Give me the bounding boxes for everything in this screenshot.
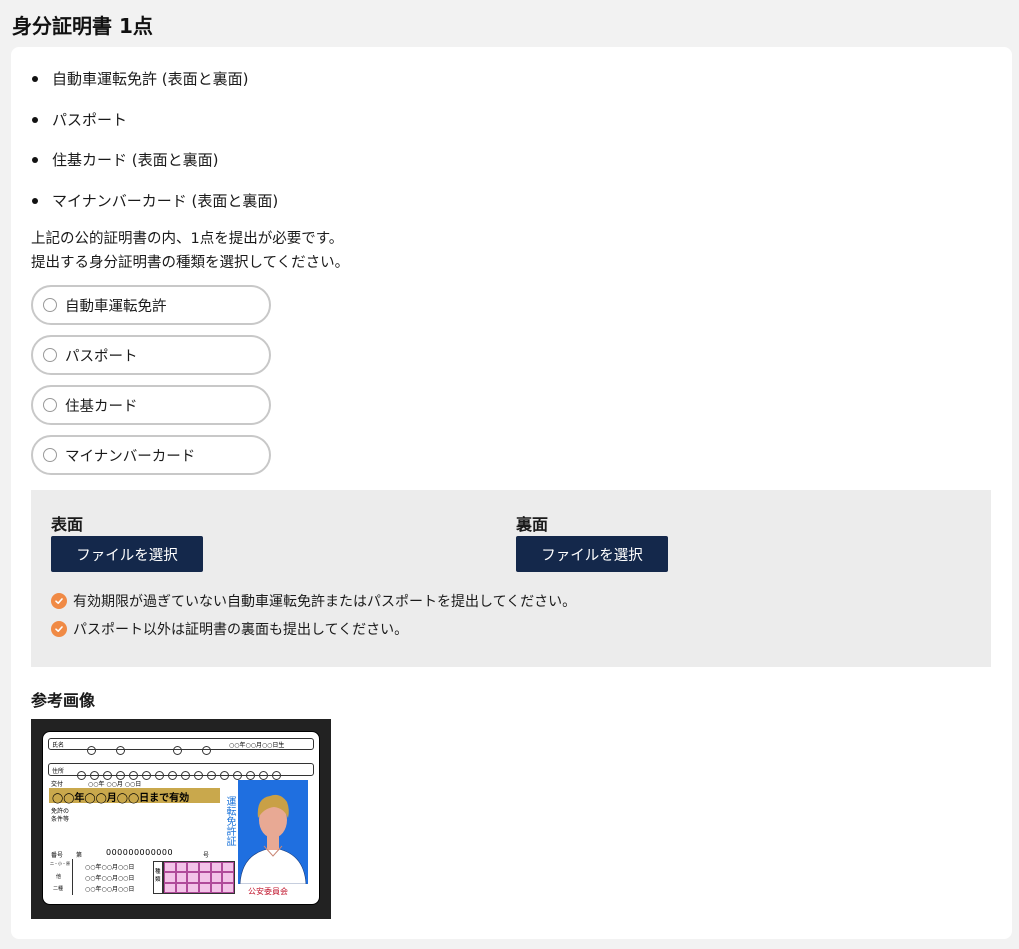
license-type-grid xyxy=(163,861,235,894)
license-type-label-box: 種類 xyxy=(153,861,163,894)
license-name-row: 氏名 ○○年○○月○○日生 xyxy=(48,738,314,755)
radio-label: 自動車運転免許 xyxy=(65,298,167,315)
check-circle-icon xyxy=(51,593,67,609)
license-left-label: 他 xyxy=(56,874,62,880)
license-name-placeholder xyxy=(87,740,215,759)
note-item: 有効期限が過ぎていない自動車運転免許またはパスポートを提出してください。 xyxy=(51,587,576,615)
radio-button[interactable] xyxy=(43,298,57,312)
drivers-license-illustration: 氏名 ○○年○○月○○日生 住所 交付 ○○年 ○○月 ○○日 ◯◯年◯◯月◯◯… xyxy=(42,731,320,905)
license-left-label: 二種 xyxy=(53,886,64,892)
reference-image: 氏名 ○○年○○月○○日生 住所 交付 ○○年 ○○月 ○○日 ◯◯年◯◯月◯◯… xyxy=(31,719,331,919)
back-file-select-button[interactable]: ファイルを選択 xyxy=(516,536,668,572)
document-type-radio-group: 自動車運転免許 パスポート 住基カード マイナンバーカード xyxy=(31,285,271,485)
license-address-label: 住所 xyxy=(52,768,65,775)
back-side-label: 裏面 xyxy=(516,515,549,534)
front-file-select-button[interactable]: ファイルを選択 xyxy=(51,536,203,572)
note-text: パスポート以外は証明書の裏面も提出してください。 xyxy=(73,622,409,638)
license-vertical-title: 運転免許証 xyxy=(224,796,235,846)
license-number: 000000000000 xyxy=(106,848,174,857)
radio-button[interactable] xyxy=(43,398,57,412)
license-name-label: 氏名 xyxy=(52,742,65,749)
person-photo-icon xyxy=(239,794,307,884)
instruction-line: 上記の公的証明書の内、1点を提出が必要です。 xyxy=(31,231,344,247)
list-item: 住基カード (表面と裏面) xyxy=(31,149,278,190)
license-type-label: 種類 xyxy=(155,869,161,883)
upload-panel: 表面 ファイルを選択 裏面 ファイルを選択 有効期限が過ぎていない自動車運転免許… xyxy=(31,490,991,667)
radio-button[interactable] xyxy=(43,448,57,462)
license-date: ○○年○○月○○日 xyxy=(85,864,135,871)
license-issue-date: ○○年 ○○月 ○○日 xyxy=(88,781,142,788)
check-circle-icon xyxy=(51,621,67,637)
license-birth: ○○年○○月○○日生 xyxy=(229,742,285,749)
license-authority: 公安委員会 xyxy=(248,887,288,896)
radio-button[interactable] xyxy=(43,348,57,362)
license-number-label: 番号 xyxy=(51,852,64,859)
instruction-line: 提出する身分証明書の種類を選択してください。 xyxy=(31,255,350,271)
radio-option-mynumber-card[interactable]: マイナンバーカード xyxy=(31,435,271,475)
license-conditions-label: 免許の条件等 xyxy=(51,808,70,823)
page-title: 身分証明書 1点 xyxy=(12,14,153,38)
list-item: 自動車運転免許 (表面と裏面) xyxy=(31,68,278,109)
radio-option-passport[interactable]: パスポート xyxy=(31,335,271,375)
license-photo xyxy=(238,780,308,884)
instructions: 上記の公的証明書の内、1点を提出が必要です。 提出する身分証明書の種類を選択して… xyxy=(31,227,349,275)
accepted-documents-list: 自動車運転免許 (表面と裏面) パスポート 住基カード (表面と裏面) マイナン… xyxy=(31,68,278,230)
license-number-suffix: 号 xyxy=(203,852,210,859)
list-item: マイナンバーカード (表面と裏面) xyxy=(31,190,278,231)
front-side-label: 表面 xyxy=(51,515,84,534)
license-number-prefix: 第 xyxy=(76,852,83,859)
radio-label: マイナンバーカード xyxy=(65,448,196,465)
note-text: 有効期限が過ぎていない自動車運転免許またはパスポートを提出してください。 xyxy=(73,594,577,610)
id-document-card: 自動車運転免許 (表面と裏面) パスポート 住基カード (表面と裏面) マイナン… xyxy=(11,47,1012,939)
radio-option-drivers-license[interactable]: 自動車運転免許 xyxy=(31,285,271,325)
license-expiry: ◯◯年◯◯月◯◯日まで有効 xyxy=(52,793,190,804)
license-left-label: 二・小・原 xyxy=(50,861,70,866)
radio-label: 住基カード xyxy=(65,398,138,415)
reference-image-title: 参考画像 xyxy=(31,691,96,710)
license-address-row: 住所 xyxy=(48,763,314,780)
radio-label: パスポート xyxy=(65,348,138,365)
note-item: パスポート以外は証明書の裏面も提出してください。 xyxy=(51,615,576,643)
list-item: パスポート xyxy=(31,109,278,150)
radio-option-juki-card[interactable]: 住基カード xyxy=(31,385,271,425)
upload-notes: 有効期限が過ぎていない自動車運転免許またはパスポートを提出してください。 パスポ… xyxy=(51,587,576,643)
license-issue-label: 交付 xyxy=(51,781,64,788)
license-date: ○○年○○月○○日 xyxy=(85,875,135,882)
license-date: ○○年○○月○○日 xyxy=(85,886,135,893)
license-expiry-band: ◯◯年◯◯月◯◯日まで有効 xyxy=(49,788,220,804)
license-left-label-column: 二・小・原 他 二種 xyxy=(48,859,73,895)
